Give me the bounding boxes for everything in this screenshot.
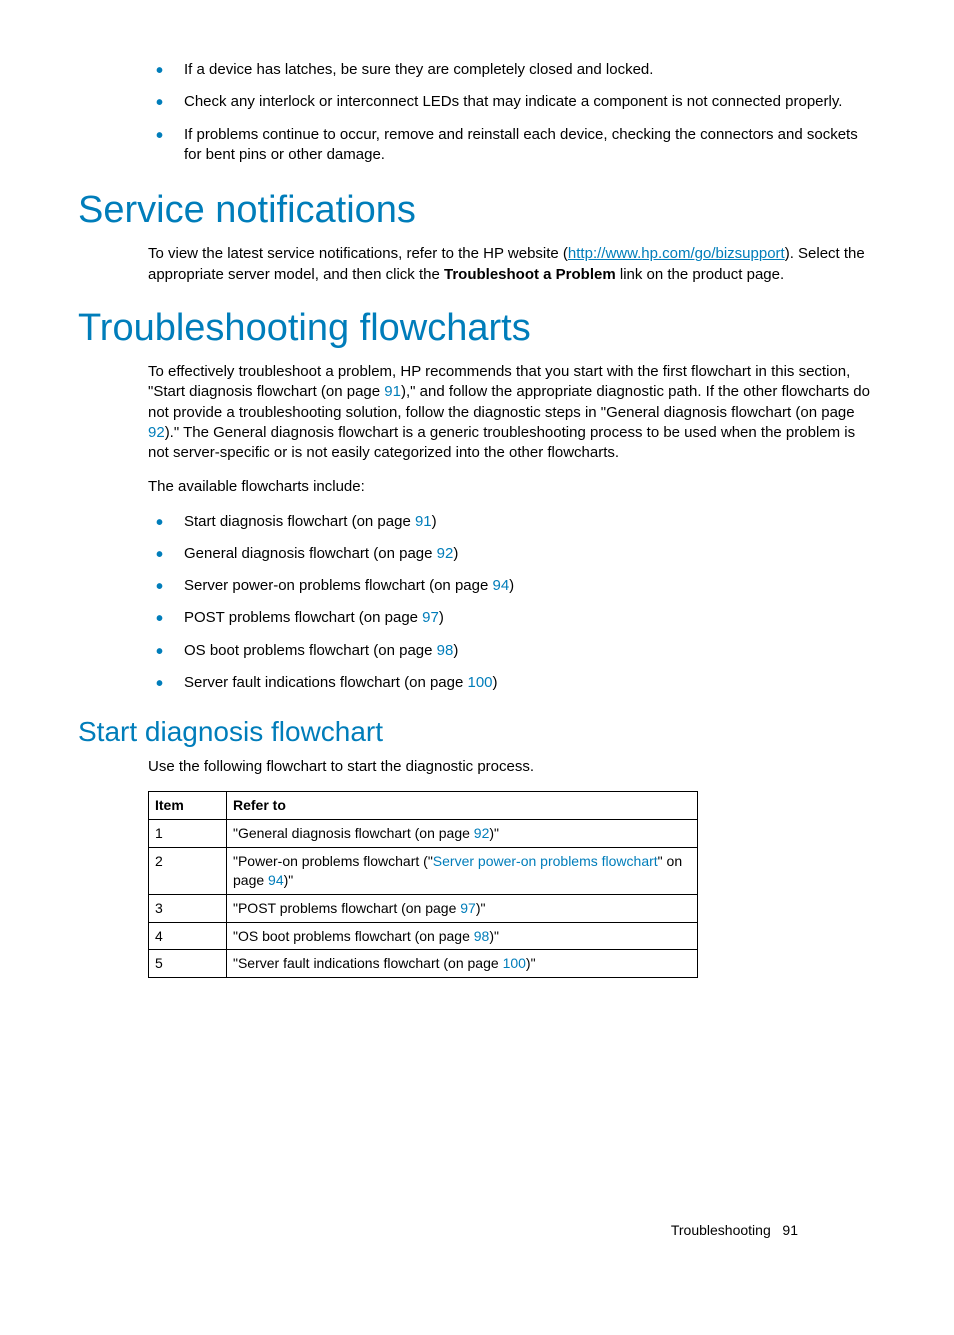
- table-row: 3 "POST problems flowchart (on page 97)": [149, 894, 698, 922]
- page-footer: Troubleshooting 91: [671, 1221, 798, 1240]
- table-row: 4 "OS boot problems flowchart (on page 9…: [149, 922, 698, 950]
- table-row: 1 "General diagnosis flowchart (on page …: [149, 820, 698, 848]
- page-ref[interactable]: 92: [474, 825, 490, 841]
- page-ref[interactable]: 97: [460, 900, 476, 916]
- troubleshoot-paragraph-2: The available flowcharts include:: [148, 477, 876, 497]
- page-ref[interactable]: 100: [467, 674, 492, 691]
- list-item: Check any interlock or interconnect LEDs…: [148, 92, 876, 112]
- list-item: Server power-on problems flowchart (on p…: [148, 576, 876, 596]
- troubleshoot-paragraph-1: To effectively troubleshoot a problem, H…: [148, 362, 876, 463]
- list-item: If problems continue to occur, remove an…: [148, 125, 876, 166]
- col-item: Item: [149, 792, 227, 820]
- troubleshoot-bold: Troubleshoot a Problem: [444, 266, 616, 283]
- heading-troubleshooting-flowcharts: Troubleshooting flowcharts: [78, 303, 876, 354]
- table-header-row: Item Refer to: [149, 792, 698, 820]
- table-row: 5 "Server fault indications flowchart (o…: [149, 950, 698, 978]
- list-item: Server fault indications flowchart (on p…: [148, 673, 876, 693]
- flowchart-list: Start diagnosis flowchart (on page 91) G…: [148, 512, 876, 694]
- hp-bizsupport-link[interactable]: http://www.hp.com/go/bizsupport: [568, 245, 785, 262]
- flowchart-link[interactable]: Server power-on problems flowchart: [433, 853, 658, 869]
- page-ref[interactable]: 100: [503, 955, 526, 971]
- list-item: Start diagnosis flowchart (on page 91): [148, 512, 876, 532]
- col-refer: Refer to: [227, 792, 698, 820]
- list-item: POST problems flowchart (on page 97): [148, 608, 876, 628]
- page-ref[interactable]: 92: [437, 545, 454, 562]
- list-item: General diagnosis flowchart (on page 92): [148, 544, 876, 564]
- top-bullet-list: If a device has latches, be sure they ar…: [148, 60, 876, 165]
- page-ref[interactable]: 98: [474, 928, 490, 944]
- page-ref[interactable]: 91: [384, 383, 401, 400]
- page-ref[interactable]: 91: [415, 513, 432, 530]
- page-ref[interactable]: 92: [148, 424, 165, 441]
- start-paragraph: Use the following flowchart to start the…: [148, 757, 876, 777]
- table-row: 2 "Power-on problems flowchart ("Server …: [149, 847, 698, 894]
- page-ref[interactable]: 97: [422, 609, 439, 626]
- page-ref[interactable]: 94: [268, 872, 284, 888]
- reference-table: Item Refer to 1 "General diagnosis flowc…: [148, 791, 698, 978]
- page-ref[interactable]: 98: [437, 642, 454, 659]
- page-ref[interactable]: 94: [492, 577, 509, 594]
- service-paragraph: To view the latest service notifications…: [148, 244, 876, 285]
- heading-service-notifications: Service notifications: [78, 185, 876, 236]
- list-item: If a device has latches, be sure they ar…: [148, 60, 876, 80]
- list-item: OS boot problems flowchart (on page 98): [148, 641, 876, 661]
- heading-start-diagnosis: Start diagnosis flowchart: [78, 713, 876, 751]
